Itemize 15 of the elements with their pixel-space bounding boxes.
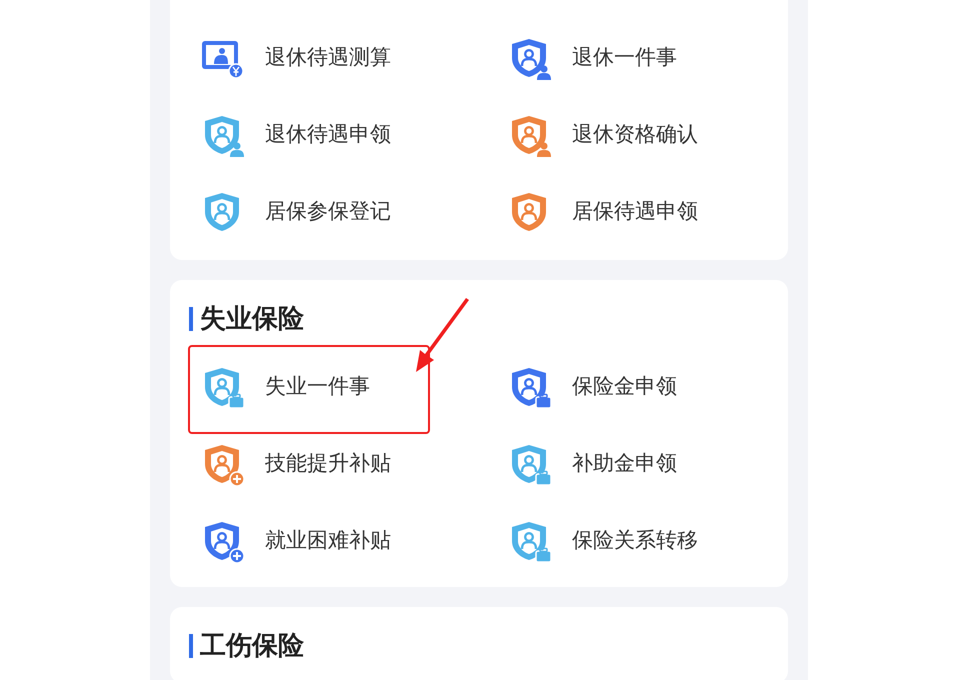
service-item[interactable]: 技能提升补贴 [200,425,507,502]
section-title: 失业保险 [200,306,304,332]
accent-bar [189,634,193,658]
service-item[interactable]: 居保待遇申领 [507,173,758,250]
service-item[interactable]: 退休资格确认 [507,96,758,173]
service-item[interactable]: 保险金申领 [507,348,758,425]
service-item[interactable]: 退休一件事 [507,19,758,96]
service-item[interactable]: 补助金申领 [507,425,758,502]
service-item[interactable]: 退休待遇申领 [200,96,507,173]
service-item[interactable]: 就业困难补贴 [200,502,507,579]
service-item[interactable]: 保险关系转移 [507,502,758,579]
section-title: 工伤保险 [200,633,304,659]
service-item[interactable]: 居保参保登记 [200,173,507,250]
service-item[interactable]: 退休待遇测算 [200,19,507,96]
accent-bar [189,307,193,331]
